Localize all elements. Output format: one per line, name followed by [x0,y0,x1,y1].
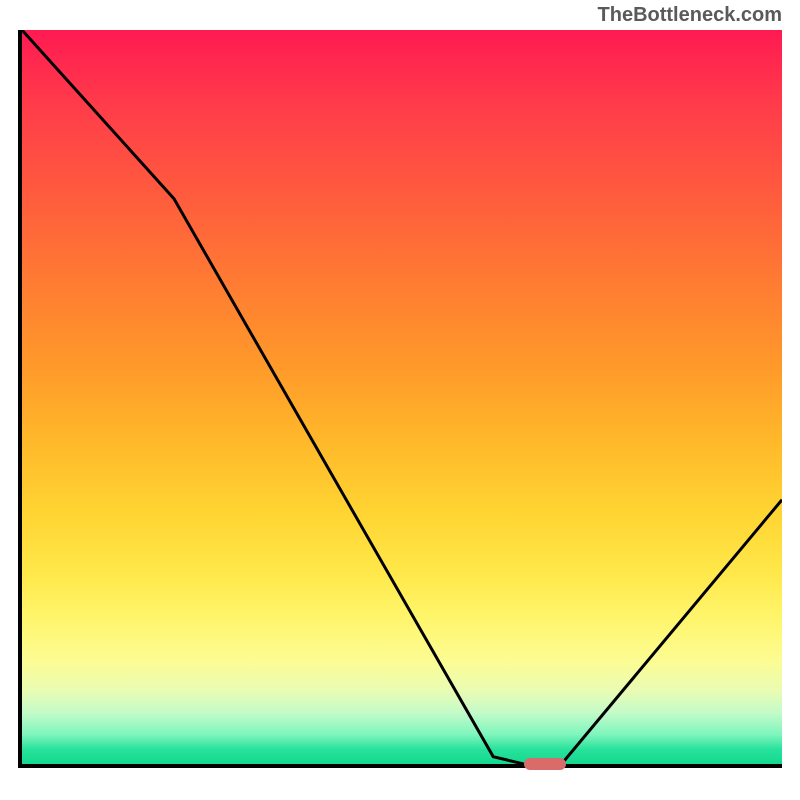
optimal-range-marker [524,758,566,770]
watermark-text: TheBottleneck.com [598,4,782,27]
chart-svg [22,30,782,764]
bottleneck-curve [22,30,782,764]
plot-area [18,30,782,768]
